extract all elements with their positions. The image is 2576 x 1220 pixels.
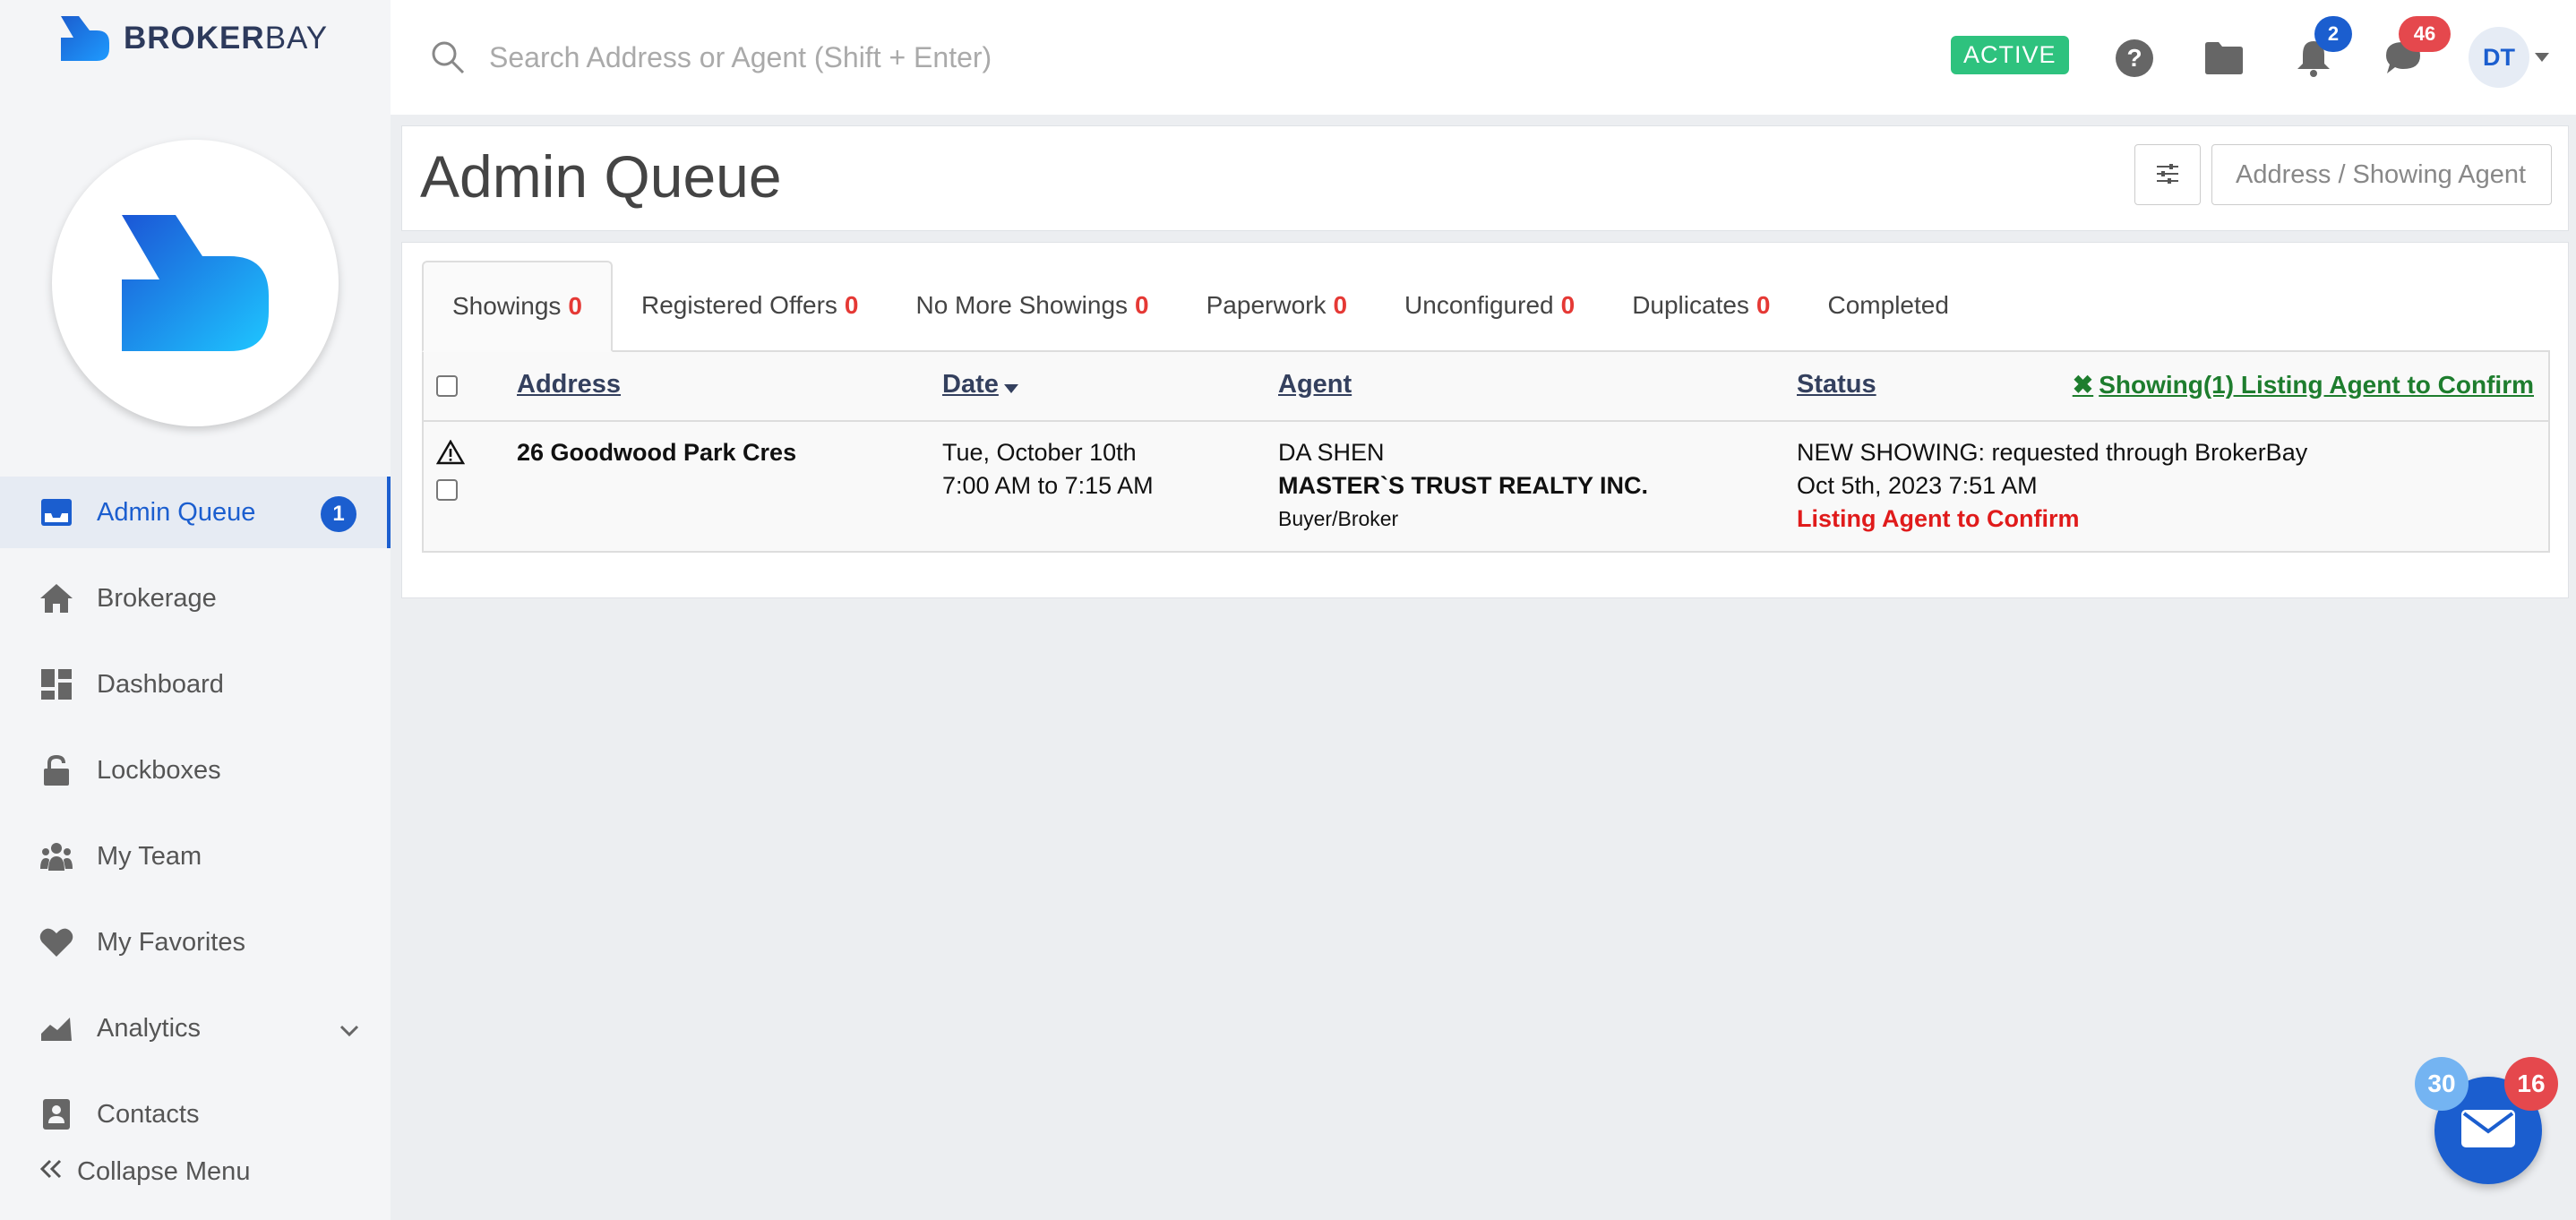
close-x-icon: ✖ [2072,371,2094,399]
sort-desc-icon [1004,382,1018,398]
row-address[interactable]: 26 Goodwood Park Cres [517,436,796,469]
sidebar-item-brokerage[interactable]: Brokerage [0,563,391,634]
help-icon[interactable]: ? [2112,36,2157,81]
tab-duplicates[interactable]: Duplicates 0 [1603,261,1799,350]
collapse-menu-label: Collapse Menu [77,1157,251,1186]
queue-tabs: Showings 0 Registered Offers 0 No More Sho… [422,261,2550,352]
tab-count: 0 [1333,291,1348,319]
sidebar-item-dashboard[interactable]: Dashboard [0,649,391,720]
page-header: Admin Queue [401,125,2569,231]
tab-label: Paperwork [1206,291,1327,319]
caret-down-icon[interactable] [2535,50,2549,66]
queue-panel: Showings 0 Registered Offers 0 No More Sho… [401,242,2569,598]
table-row[interactable]: 26 Goodwood Park Cres Tue, October 10th … [424,422,2548,551]
agent-role: Buyer/Broker [1278,507,1399,530]
messages-count-badge: 46 [2399,16,2451,52]
table-header: Address Date Agent Status ✖ Showing(1) Li… [424,352,2548,422]
sidebar-item-label: Dashboard [97,669,224,699]
tab-paperwork[interactable]: Paperwork 0 [1178,261,1376,350]
inbox-icon [39,495,73,529]
top-bar: ACTIVE ? 2 46 DT [391,0,2576,115]
brand-name: BROKERBAY [124,21,329,56]
tab-label: Showings [452,292,562,320]
mail-icon [2460,1109,2516,1153]
search-icon [430,39,466,80]
tab-count: 0 [568,292,582,320]
column-header-status[interactable]: Status [1797,370,1876,400]
filter-settings-button[interactable] [2134,144,2201,205]
confirm-showing-link[interactable]: ✖ Showing(1) Listing Agent to Confirm [2073,370,2534,400]
tab-count: 0 [1756,291,1771,319]
select-all-checkbox[interactable] [436,375,458,397]
agent-brokerage: MASTER`S TRUST REALTY INC. [1278,472,1649,499]
sidebar-item-my-favorites[interactable]: My Favorites [0,906,391,978]
sliders-icon [2155,163,2180,187]
tab-label: Completed [1827,291,1949,319]
page-title: Admin Queue [420,143,782,210]
row-status: NEW SHOWING: requested through BrokerBay… [1797,436,2307,536]
column-header-address[interactable]: Address [517,370,621,400]
row-select-checkbox[interactable] [436,479,458,501]
sidebar-item-lockboxes[interactable]: Lockboxes [0,735,391,806]
chevron-down-icon[interactable] [339,1016,360,1045]
tab-showings[interactable]: Showings 0 [422,261,613,352]
tab-unconfigured[interactable]: Unconfigured 0 [1376,261,1603,350]
contacts-icon [39,1097,73,1131]
dashboard-icon [39,667,73,701]
address-agent-filter-input[interactable] [2211,144,2552,205]
home-icon [39,581,73,615]
chat-right-badge: 16 [2504,1057,2558,1111]
brand-logo[interactable]: BROKERBAY [59,16,328,61]
tab-completed[interactable]: Completed [1799,261,1978,350]
svg-text:?: ? [2126,44,2142,72]
chat-left-badge: 30 [2415,1057,2469,1111]
sidebar-item-admin-queue[interactable]: Admin Queue 1 [0,477,391,548]
sidebar-item-label: My Team [97,841,202,871]
user-avatar[interactable]: DT [2469,27,2529,88]
tab-count: 0 [844,291,859,319]
search-input[interactable] [489,32,1385,82]
double-chevron-left-icon [39,1157,63,1187]
tab-registered-offers[interactable]: Registered Offers 0 [613,261,888,350]
sidebar-item-label: Lockboxes [97,755,221,785]
column-header-agent[interactable]: Agent [1278,370,1352,400]
team-icon [39,839,73,873]
tab-count: 0 [1135,291,1149,319]
folder-icon[interactable] [2202,36,2246,81]
sidebar: BROKERBAY Admin Queue 1 Brokerage Dashbo… [0,0,391,1220]
brokerbay-mark-icon [122,215,269,351]
sidebar-item-label: My Favorites [97,927,245,957]
sidebar-item-contacts[interactable]: Contacts [0,1078,391,1150]
notifications-count-badge: 2 [2314,16,2352,52]
tab-label: Registered Offers [640,291,837,319]
row-agent: DA SHEN MASTER`S TRUST REALTY INC. Buyer… [1278,436,1648,536]
column-header-date[interactable]: Date [942,370,999,400]
warning-icon [435,439,466,469]
tab-label: Duplicates [1632,291,1749,319]
heart-icon [39,925,73,959]
tab-no-more-showings[interactable]: No More Showings 0 [887,261,1177,350]
status-badge: ACTIVE [1951,36,2069,74]
tab-label: Unconfigured [1404,291,1554,319]
admin-queue-count-badge: 1 [321,496,356,532]
sidebar-item-label: Admin Queue [97,497,256,527]
brokerage-avatar [52,140,339,426]
collapse-menu-button[interactable]: Collapse Menu [39,1157,250,1187]
status-alert: Listing Agent to Confirm [1797,505,2080,532]
lock-icon [39,753,73,787]
brokerbay-logo-icon [61,16,109,61]
sidebar-item-label: Contacts [97,1099,200,1129]
sidebar-nav: Admin Queue 1 Brokerage Dashboard Lockbo… [0,477,391,1164]
sidebar-item-my-team[interactable]: My Team [0,820,391,892]
sidebar-item-analytics[interactable]: Analytics [0,992,391,1064]
sidebar-item-label: Analytics [97,1013,202,1043]
chart-icon [39,1011,73,1045]
agent-name: DA SHEN [1278,439,1385,466]
sidebar-item-label: Brokerage [97,583,217,613]
tab-count: 0 [1560,291,1576,319]
showings-table: Address Date Agent Status ✖ Showing(1) Li… [422,352,2550,553]
tab-label: No More Showings [915,291,1129,319]
row-date: Tue, October 10th 7:00 AM to 7:15 AM [942,439,1154,499]
